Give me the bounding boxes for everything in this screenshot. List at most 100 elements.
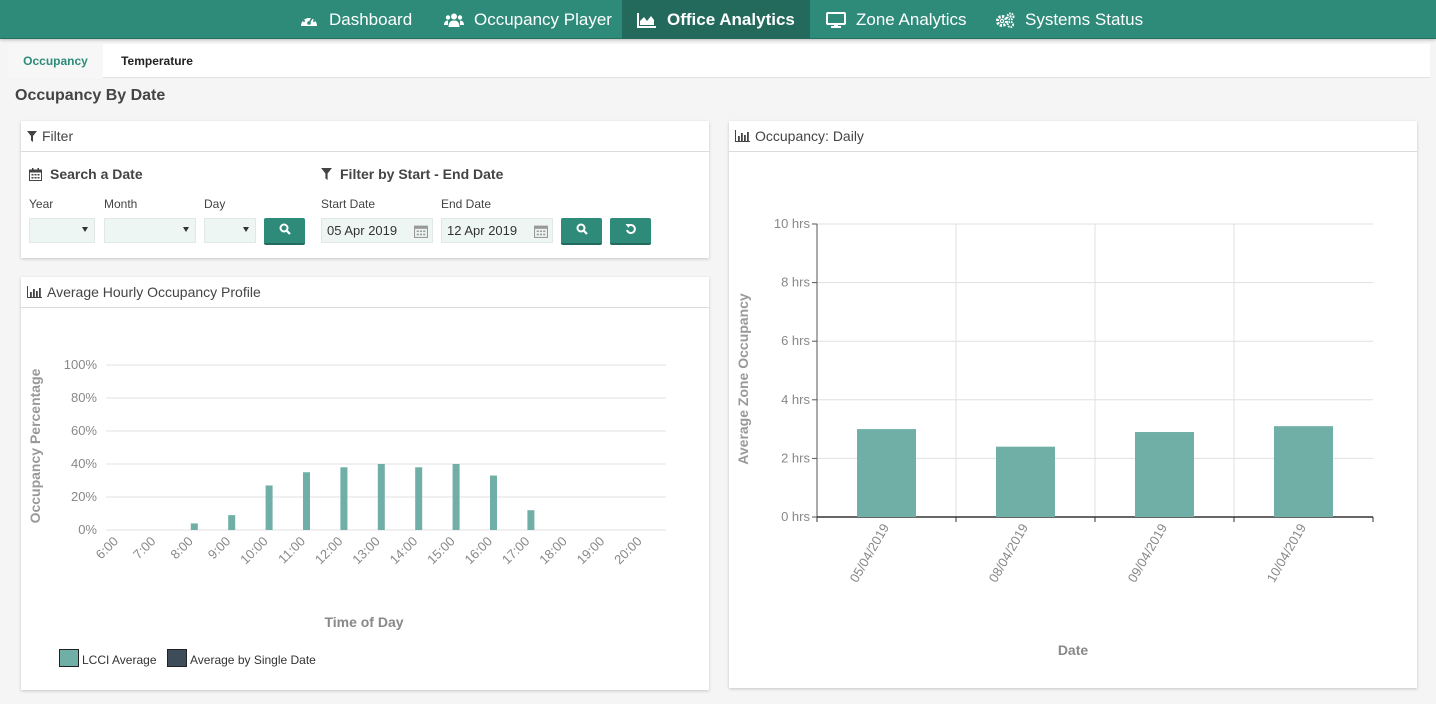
bar (228, 515, 236, 530)
y-tick-label: 20% (71, 489, 97, 504)
filter-icon (27, 130, 37, 142)
calendar-icon[interactable] (534, 224, 548, 238)
y-axis-title: Occupancy Percentage (27, 368, 43, 523)
search-date-label: Search a Date (50, 166, 143, 182)
month-label: Month (104, 197, 138, 211)
filter-panel-header: Filter (21, 121, 709, 152)
search-range-button[interactable] (561, 218, 602, 245)
x-axis-title: Date (1058, 642, 1089, 658)
legend-lcci-average[interactable]: LCCI Average (59, 649, 157, 667)
start-date-label: Start Date (321, 197, 376, 211)
date-range-title: Filter by Start - End Date (321, 166, 503, 182)
month-select[interactable] (104, 218, 196, 243)
y-tick-label: 2 hrs (781, 450, 810, 465)
x-tick-label: 17:00 (499, 534, 533, 568)
nav-dashboard[interactable]: Dashboard (299, 0, 412, 39)
sub-tabs: Occupancy Temperature (8, 44, 1430, 78)
end-date-label: End Date (441, 197, 492, 211)
x-tick-label: 12:00 (312, 534, 346, 568)
day-select[interactable] (204, 218, 256, 243)
filter-panel: Filter Search a Date Year Month Day Filt… (21, 121, 709, 258)
y-tick-label: 0 hrs (781, 509, 810, 524)
nav-systems-status-label: Systems Status (1025, 9, 1144, 29)
bar (857, 429, 916, 517)
search-date-button[interactable] (264, 218, 305, 245)
x-tick-label: 09/04/2019 (1125, 521, 1171, 585)
x-tick-label: 13:00 (349, 534, 383, 568)
desktop-icon (826, 11, 846, 28)
x-tick-label: 16:00 (462, 534, 496, 568)
nav-office-analytics[interactable]: Office Analytics (622, 0, 810, 39)
nav-zone-analytics-label: Zone Analytics (856, 9, 967, 29)
bar (1135, 432, 1194, 517)
filter-panel-title: Filter (42, 128, 74, 144)
daily-occupancy-panel: Occupancy: Daily 0 hrs 2 hrs 4 hrs 6 hrs 8 h… (729, 121, 1417, 688)
legend-single-date-label: Average by Single Date (190, 653, 316, 667)
nav-systems-status[interactable]: Systems Status (995, 0, 1143, 39)
year-select[interactable] (29, 218, 95, 243)
nav-dashboard-label: Dashboard (329, 9, 413, 29)
bar (303, 472, 310, 530)
hourly-panel-header: Average Hourly Occupancy Profile (21, 277, 709, 308)
hourly-profile-panel: Average Hourly Occupancy Profile 0% 20% 40… (21, 277, 709, 690)
tab-occupancy[interactable]: Occupancy (8, 44, 103, 78)
y-axis-title: Average Zone Occupancy (735, 293, 751, 465)
bar (490, 475, 497, 530)
calendar-icon[interactable] (414, 224, 428, 238)
bar (377, 464, 385, 530)
bar (340, 467, 348, 530)
dashboard-icon (299, 12, 319, 28)
start-date-input[interactable]: 05 Apr 2019 (321, 218, 433, 243)
daily-panel-title: Occupancy: Daily (755, 128, 864, 144)
page-title: Occupancy By Date (15, 87, 166, 104)
reset-button[interactable] (610, 218, 651, 245)
end-date-value: 12 Apr 2019 (447, 223, 518, 238)
bar (452, 464, 460, 530)
x-tick-label: 9:00 (205, 534, 234, 563)
top-navigation: Dashboard Occupancy Player Office Analyt… (0, 0, 1436, 39)
undo-icon (625, 222, 637, 240)
y-tick-label: 100% (64, 357, 98, 372)
bar-chart-icon (27, 286, 42, 298)
end-date-input[interactable]: 12 Apr 2019 (441, 218, 553, 243)
bar (265, 485, 273, 530)
chevron-down-icon (183, 227, 189, 232)
x-tick-label: 14:00 (387, 534, 421, 568)
bar (415, 467, 423, 530)
x-tick-label: 05/04/2019 (847, 521, 893, 585)
x-tick-label: 18:00 (536, 534, 570, 568)
hourly-occupancy-chart: 0%20%40%60%80%100%6:00 7:00 8:00 9:00 10:00 1… (27, 357, 666, 630)
y-tick-label: 8 hrs (781, 275, 810, 290)
bar (996, 446, 1055, 517)
x-tick-label: 8:00 (167, 534, 196, 563)
legend-swatch-single-date (167, 649, 187, 667)
calendar-icon (29, 167, 42, 181)
daily-occupancy-chart: 0 hrs 2 hrs 4 hrs 6 hrs 8 hrs 10 hrs 05/04/201… (735, 216, 1374, 658)
x-tick-label: 11:00 (275, 534, 308, 567)
search-icon (576, 222, 588, 240)
legend-single-date[interactable]: Average by Single Date (167, 649, 316, 667)
x-tick-label: 10:00 (237, 534, 271, 568)
tab-temperature[interactable]: Temperature (103, 44, 211, 78)
x-axis-title: Time of Day (324, 614, 403, 630)
search-icon (279, 222, 291, 240)
chevron-down-icon (82, 227, 88, 232)
x-tick-label: 20:00 (611, 534, 645, 568)
x-tick-label: 15:00 (424, 534, 458, 568)
y-tick-label: 60% (71, 423, 97, 438)
nav-occupancy-player-label: Occupancy Player (474, 9, 612, 29)
nav-occupancy-player[interactable]: Occupancy Player (444, 0, 612, 39)
bar (527, 510, 535, 530)
start-date-value: 05 Apr 2019 (327, 223, 398, 238)
bar (190, 523, 198, 530)
area-chart-icon (637, 12, 657, 28)
x-tick-label: 08/04/2019 (986, 521, 1032, 585)
filter-icon (321, 168, 332, 180)
y-tick-label: 40% (71, 456, 97, 471)
x-tick-label: 19:00 (574, 534, 608, 568)
nav-zone-analytics[interactable]: Zone Analytics (826, 0, 967, 39)
y-tick-label: 6 hrs (781, 333, 810, 348)
daily-panel-header: Occupancy: Daily (729, 121, 1417, 152)
y-tick-label: 10 hrs (774, 216, 811, 231)
y-tick-label: 80% (71, 390, 97, 405)
